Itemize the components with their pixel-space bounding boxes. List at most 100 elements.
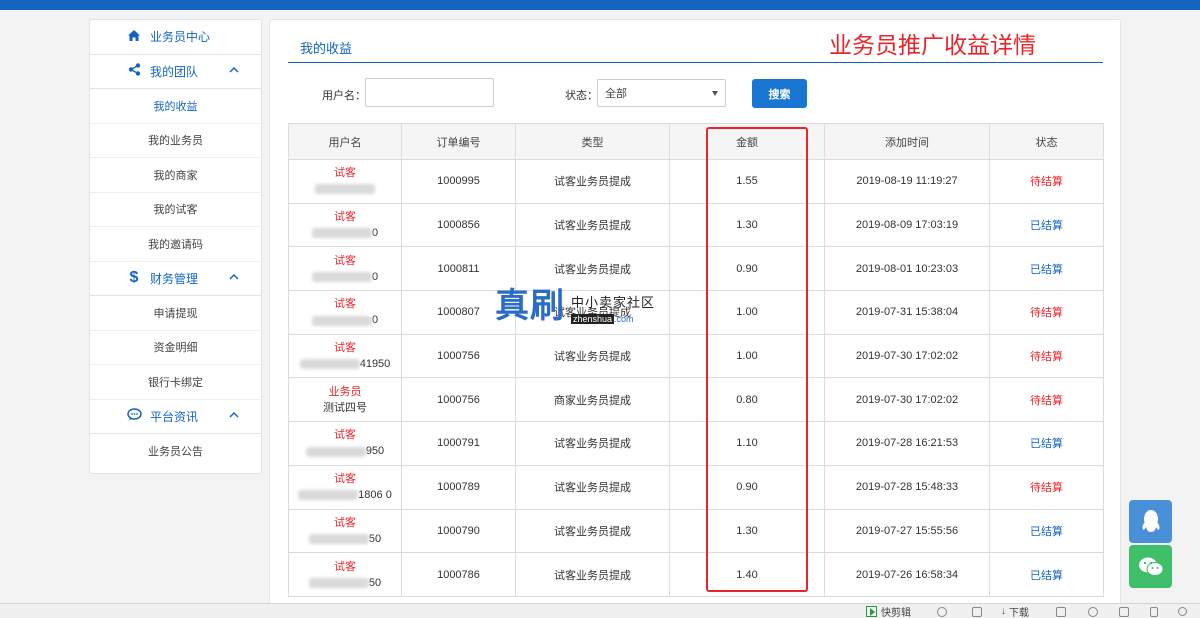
sidebar-group-team[interactable]: 我的团队 bbox=[90, 55, 261, 89]
user-name-suffix: 50 bbox=[368, 532, 382, 545]
cell-status: 已结算 bbox=[989, 508, 1104, 554]
clip-button[interactable]: 快剪辑 bbox=[866, 605, 911, 618]
masked-username bbox=[299, 359, 360, 370]
window-icon[interactable] bbox=[1119, 605, 1129, 618]
col-amount[interactable]: 金额 bbox=[669, 123, 825, 160]
cell-order-no: 1000789 bbox=[401, 464, 516, 510]
cell-status: 已结算 bbox=[989, 246, 1104, 292]
status-badge[interactable]: 待结算 bbox=[1030, 176, 1063, 188]
cell-amount: 1.00 bbox=[669, 333, 825, 379]
sidebar-item-earnings[interactable]: 我的收益 bbox=[90, 89, 261, 124]
cell-username: 试客 0 bbox=[288, 246, 402, 292]
cell-amount: 1.10 bbox=[669, 421, 825, 466]
user-name-suffix: 测试四号 bbox=[323, 401, 367, 414]
cell-time: 2019-07-31 15:38:04 bbox=[824, 290, 990, 335]
chevron-up-icon[interactable] bbox=[229, 272, 239, 282]
sidebar-item-announcements[interactable]: 业务员公告 bbox=[90, 434, 261, 469]
share-icon bbox=[126, 63, 142, 79]
col-time[interactable]: 添加时间 bbox=[824, 123, 990, 160]
table-row: 试客 50 1000786 试客业务员提成 1.40 2019-07-26 16:58:3… bbox=[288, 552, 1104, 597]
user-name bbox=[289, 181, 401, 197]
cell-status: 待结算 bbox=[989, 333, 1104, 379]
cell-status: 待结算 bbox=[989, 290, 1104, 335]
user-name: 50 bbox=[289, 531, 401, 547]
chevron-up-icon[interactable] bbox=[229, 65, 239, 75]
sidebar-item-fund-details[interactable]: 资金明细 bbox=[90, 331, 261, 365]
status-badge[interactable]: 已结算 bbox=[1030, 570, 1063, 582]
cell-time: 2019-08-01 10:23:03 bbox=[824, 246, 990, 292]
user-name: 1806 0 bbox=[289, 487, 401, 503]
status-badge[interactable]: 待结算 bbox=[1030, 307, 1063, 319]
clip-label: 快剪辑 bbox=[881, 608, 911, 618]
status-badge[interactable]: 已结算 bbox=[1030, 220, 1063, 232]
masked-username bbox=[308, 577, 369, 588]
cell-time: 2019-07-28 16:21:53 bbox=[824, 421, 990, 466]
status-badge[interactable]: 已结算 bbox=[1030, 526, 1063, 538]
cell-order-no: 1000811 bbox=[401, 246, 516, 292]
layout-icon[interactable] bbox=[1056, 605, 1066, 618]
browser-icon[interactable] bbox=[1088, 605, 1098, 618]
earnings-table: 用户名 订单编号 类型 金额 添加时间 状态 试客 1000995 试客业务员提成 1… bbox=[288, 123, 1104, 597]
cell-status: 待结算 bbox=[989, 159, 1104, 204]
user-name-suffix: 0 bbox=[371, 314, 379, 327]
sidebar-item-testers[interactable]: 我的试客 bbox=[90, 193, 261, 227]
chevron-up-icon[interactable] bbox=[229, 410, 239, 420]
top-bar bbox=[0, 0, 1200, 10]
masked-username bbox=[298, 490, 359, 501]
cell-type: 试客业务员提成 bbox=[515, 464, 670, 510]
username-label: 用户名： bbox=[322, 90, 366, 102]
speed-icon[interactable] bbox=[937, 605, 947, 618]
col-username[interactable]: 用户名 bbox=[288, 123, 402, 160]
user-name-suffix: 50 bbox=[368, 576, 382, 589]
sidebar-item-invite-code[interactable]: 我的邀请码 bbox=[90, 227, 261, 262]
status-badge[interactable]: 待结算 bbox=[1030, 351, 1063, 363]
sidebar: 业务员中心 我的团队 我的收益 我的业务员 我的商家 我的试客 我的邀请码 $ … bbox=[89, 19, 262, 474]
user-type: 试客 bbox=[334, 342, 356, 355]
search-icon[interactable] bbox=[1178, 605, 1187, 618]
status-badge[interactable]: 待结算 bbox=[1030, 395, 1063, 407]
col-status[interactable]: 状态 bbox=[989, 123, 1104, 160]
user-name-suffix: 1806 0 bbox=[358, 489, 392, 502]
table-row: 试客 0 1000811 试客业务员提成 0.90 2019-08-01 10:23:03… bbox=[288, 246, 1104, 292]
table-row: 业务员 测试四号 1000756 商家业务员提成 0.80 2019-07-30 17:0… bbox=[288, 377, 1104, 423]
status-badge[interactable]: 已结算 bbox=[1030, 264, 1063, 276]
cell-type: 试客业务员提成 bbox=[515, 159, 670, 204]
sidebar-item-withdraw[interactable]: 申请提现 bbox=[90, 296, 261, 331]
sidebar-header[interactable]: 业务员中心 bbox=[90, 20, 261, 55]
username-input[interactable] bbox=[365, 78, 494, 107]
cell-username: 试客 0 bbox=[288, 202, 402, 248]
col-type[interactable]: 类型 bbox=[515, 123, 670, 160]
pin-icon[interactable] bbox=[972, 605, 982, 618]
volume-icon[interactable] bbox=[1150, 605, 1158, 618]
status-badge[interactable]: 待结算 bbox=[1030, 482, 1063, 494]
qq-contact-button[interactable] bbox=[1129, 500, 1172, 543]
title-divider bbox=[288, 62, 1103, 63]
download-button[interactable]: ↓ 下载 bbox=[1001, 605, 1029, 618]
table-row: 试客 1806 0 1000789 试客业务员提成 0.90 2019-07-28 15:… bbox=[288, 464, 1104, 510]
cell-order-no: 1000807 bbox=[401, 290, 516, 335]
user-name: 50 bbox=[289, 575, 401, 591]
sidebar-group-news[interactable]: 平台资讯 bbox=[90, 400, 261, 434]
user-type: 试客 bbox=[334, 560, 356, 573]
user-name-suffix: 41950 bbox=[359, 358, 391, 371]
user-name: 0 bbox=[289, 269, 401, 285]
sidebar-group-finance[interactable]: $ 财务管理 bbox=[90, 262, 261, 296]
sidebar-item-salesmen[interactable]: 我的业务员 bbox=[90, 124, 261, 158]
sidebar-item-merchants[interactable]: 我的商家 bbox=[90, 158, 261, 193]
cell-amount: 1.55 bbox=[669, 159, 825, 204]
cell-type: 试客业务员提成 bbox=[515, 508, 670, 554]
wechat-contact-button[interactable] bbox=[1129, 545, 1172, 588]
search-button[interactable]: 搜索 bbox=[752, 79, 807, 108]
cell-amount: 1.30 bbox=[669, 508, 825, 554]
table-row: 试客 0 1000807 试客业务员提成 1.00 2019-07-31 15:38:04… bbox=[288, 290, 1104, 335]
cell-time: 2019-07-26 16:58:34 bbox=[824, 552, 990, 597]
user-type: 试客 bbox=[334, 473, 356, 486]
sidebar-item-bank-card[interactable]: 银行卡绑定 bbox=[90, 365, 261, 400]
cell-amount: 1.40 bbox=[669, 552, 825, 597]
user-type: 试客 bbox=[334, 167, 356, 180]
cell-time: 2019-07-30 17:02:02 bbox=[824, 333, 990, 379]
col-order-no[interactable]: 订单编号 bbox=[401, 123, 516, 160]
status-select[interactable]: 全部 bbox=[597, 79, 726, 107]
status-badge[interactable]: 已结算 bbox=[1030, 438, 1063, 450]
cell-type: 试客业务员提成 bbox=[515, 290, 670, 335]
